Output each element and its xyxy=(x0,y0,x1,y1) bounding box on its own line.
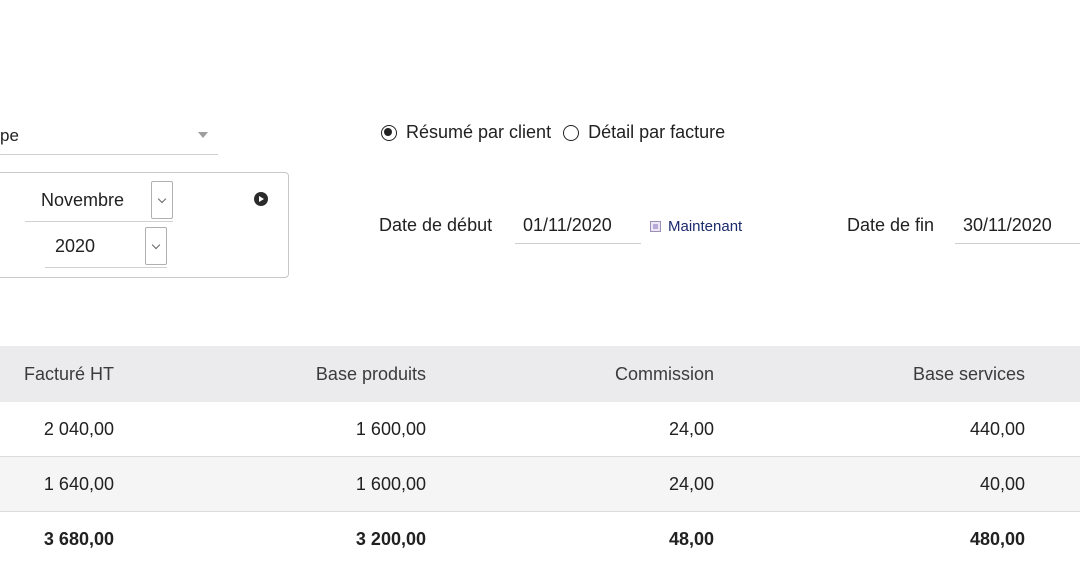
dropdown-arrow-icon xyxy=(198,132,208,138)
radio-unchecked-icon[interactable] xyxy=(563,124,580,141)
table-header-row: Facturé HT Base produits Commission Base… xyxy=(0,346,1080,402)
radio-detail-by-invoice[interactable]: Détail par facture xyxy=(563,122,725,143)
column-header-products-base[interactable]: Base produits xyxy=(300,364,426,385)
start-date-input[interactable]: 01/11/2020 xyxy=(515,208,641,244)
group-select-value: pe xyxy=(0,126,19,145)
year-dropdown-button[interactable] xyxy=(145,227,167,265)
month-value: Novembre xyxy=(41,190,125,210)
total-billed: 3 680,00 xyxy=(43,529,114,549)
cell-billed: 1 640,00 xyxy=(43,474,114,494)
year-select[interactable]: 2020 xyxy=(45,227,167,268)
year-value: 2020 xyxy=(55,236,96,256)
next-period-icon[interactable] xyxy=(254,192,268,206)
end-date-input[interactable]: 30/11/2020 xyxy=(955,208,1080,244)
report-table: Facturé HT Base produits Commission Base… xyxy=(0,346,1080,567)
period-selector: Novembre 2020 xyxy=(0,172,289,278)
total-services-base: 480,00 xyxy=(969,529,1025,549)
chevron-down-icon xyxy=(151,240,161,250)
column-header-billed[interactable]: Facturé HT xyxy=(0,364,114,385)
start-date-label: Date de début xyxy=(379,215,493,235)
cell-services-base: 40,00 xyxy=(979,474,1025,494)
total-commission: 48,00 xyxy=(668,529,714,549)
cell-billed: 2 040,00 xyxy=(43,419,114,439)
radio-summary-by-client[interactable]: Résumé par client xyxy=(381,122,551,143)
total-products-base: 3 200,00 xyxy=(355,529,426,549)
now-link-label: Maintenant xyxy=(668,218,743,235)
cell-commission: 24,00 xyxy=(668,474,714,494)
radio-summary-label: Résumé par client xyxy=(406,122,552,142)
column-header-services-base[interactable]: Base services xyxy=(860,364,1025,385)
end-date-label: Date de fin xyxy=(847,215,935,235)
cell-services-base: 440,00 xyxy=(969,419,1025,439)
report-mode-radio-group: Résumé par client Détail par facture xyxy=(381,122,737,143)
radio-detail-label: Détail par facture xyxy=(588,122,726,142)
month-select[interactable]: Novembre xyxy=(25,181,173,222)
calendar-icon xyxy=(650,221,661,232)
cell-products-base: 1 600,00 xyxy=(355,474,426,494)
chevron-down-icon xyxy=(157,194,167,204)
table-row[interactable]: 1 640,00 1 600,00 24,00 40,00 xyxy=(0,457,1080,512)
table-row[interactable]: 2 040,00 1 600,00 24,00 440,00 xyxy=(0,402,1080,457)
radio-checked-icon[interactable] xyxy=(381,124,397,141)
column-header-commission[interactable]: Commission xyxy=(560,364,714,385)
group-select[interactable]: pe xyxy=(0,118,218,155)
cell-products-base: 1 600,00 xyxy=(355,419,426,439)
month-dropdown-button[interactable] xyxy=(151,181,173,219)
now-link[interactable]: Maintenant xyxy=(650,218,742,235)
table-total-row: 3 680,00 3 200,00 48,00 480,00 xyxy=(0,512,1080,567)
cell-commission: 24,00 xyxy=(668,419,714,439)
